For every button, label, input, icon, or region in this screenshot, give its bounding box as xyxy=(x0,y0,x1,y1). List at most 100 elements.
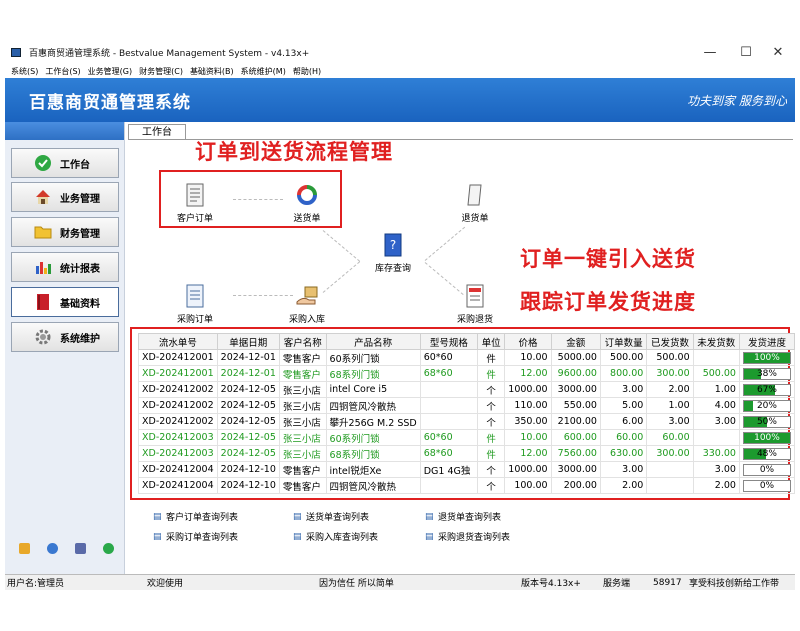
menu-maintenance[interactable]: 系统维护(M) xyxy=(241,66,286,77)
flow-purchase-return[interactable]: 采购退货 xyxy=(445,283,505,325)
cell-progress: 0% xyxy=(738,477,796,494)
col-header-unit[interactable]: 单位 xyxy=(476,333,506,350)
flow-purchase-order[interactable]: 采购订单 xyxy=(165,283,225,325)
clock-icon[interactable] xyxy=(47,543,58,554)
progress-text: 48% xyxy=(756,448,777,459)
flow-inventory-query-label: 库存查询 xyxy=(374,264,411,274)
cell-customer: 零售客户 xyxy=(278,461,327,478)
cell-customer: 零售客户 xyxy=(278,349,327,366)
refresh-icon[interactable] xyxy=(103,543,114,554)
banner: 百惠商贸通管理系统 功夫到家 服务到心 xyxy=(5,78,795,122)
link-return-list[interactable]: ▤ 退货单查询列表 xyxy=(425,510,502,524)
status-bar: 用户名:管理员 欢迎使用 因为信任 所以简单 版本号4.13x+ 服务端 589… xyxy=(5,574,795,590)
sidebar-item-maintenance[interactable]: 系统维护 xyxy=(11,322,119,352)
note-icon[interactable] xyxy=(19,543,30,554)
sidebar-item-business[interactable]: 业务管理 xyxy=(11,182,119,212)
menu-help[interactable]: 帮助(H) xyxy=(293,66,321,77)
table-row[interactable]: XD-202412002 2024-12-05 张三小店 攀升256G M.2 SSD… xyxy=(138,413,796,430)
sidebar-item-workbench[interactable]: 工作台 xyxy=(11,148,119,178)
table-row[interactable]: XD-202412002 2024-12-05 张三小店 intel Core i5 个… xyxy=(138,381,796,398)
cell-unit: 个 xyxy=(476,461,506,478)
col-header-product[interactable]: 产品名称 xyxy=(325,333,421,350)
cell-qty: 60.00 xyxy=(599,429,648,446)
link-delivery-list[interactable]: ▤ 送货单查询列表 xyxy=(293,510,369,524)
link-customer-order-list[interactable]: ▤ 客户订单查询列表 xyxy=(153,510,238,524)
cell-progress: 67% xyxy=(738,381,796,398)
flow-purchase-return-label: 采购退货 xyxy=(456,315,493,325)
col-header-amount[interactable]: 金额 xyxy=(550,333,601,350)
col-header-shipped[interactable]: 已发货数 xyxy=(646,333,694,350)
menu-workbench[interactable]: 工作台(S) xyxy=(45,66,80,77)
col-header-serial[interactable]: 流水单号 xyxy=(138,333,218,350)
cell-price: 12.00 xyxy=(504,365,552,382)
col-header-model[interactable]: 型号规格 xyxy=(419,333,478,350)
cell-date: 2024-12-05 xyxy=(216,445,280,462)
checkmark-icon xyxy=(34,154,52,172)
link-label: 退货单查询列表 xyxy=(438,513,502,523)
cell-amount: 3000.00 xyxy=(550,461,601,478)
cell-model xyxy=(419,413,478,430)
menu-business[interactable]: 业务管理(G) xyxy=(88,66,132,77)
col-header-progress[interactable]: 发货进度 xyxy=(738,333,796,350)
table-row[interactable]: XD-202412001 2024-12-01 零售客户 68系列门锁 68*60 件 12… xyxy=(138,365,796,382)
cell-unit: 个 xyxy=(476,477,506,494)
search-list-icon: ▤ xyxy=(425,531,434,542)
link-purchase-in-list[interactable]: ▤ 采购入库查询列表 xyxy=(293,530,379,544)
cell-date: 2024-12-05 xyxy=(216,381,280,398)
calculator-icon[interactable] xyxy=(75,543,86,554)
table-row[interactable]: XD-202412003 2024-12-05 张三小店 60系列门锁 60*60 件 10… xyxy=(138,429,796,446)
cell-customer: 张三小店 xyxy=(278,413,327,430)
flow-inventory-query[interactable]: ? 库存查询 xyxy=(363,232,423,274)
flow-purchase-in-label: 采购入库 xyxy=(288,315,325,325)
flow-return-order[interactable]: 退货单 xyxy=(445,182,505,224)
cell-product: 68系列门锁 xyxy=(325,365,421,382)
link-purchase-return-list[interactable]: ▤ 采购退货查询列表 xyxy=(425,530,510,544)
table-row[interactable]: XD-202412004 2024-12-10 零售客户 intel锐炬Xe DG1 4… xyxy=(138,461,796,478)
table-row[interactable]: XD-202412004 2024-12-10 零售客户 四铜管风冷散热 个 100.00… xyxy=(138,477,796,494)
house-icon xyxy=(34,188,52,206)
col-header-date[interactable]: 单据日期 xyxy=(216,333,280,350)
close-button[interactable]: ✕ xyxy=(761,40,795,64)
col-header-qty[interactable]: 订单数量 xyxy=(599,333,648,350)
menu-system[interactable]: 系统(S) xyxy=(11,66,38,77)
cell-unit: 件 xyxy=(476,365,506,382)
progress-text: 20% xyxy=(756,400,777,411)
cell-customer: 零售客户 xyxy=(278,477,327,494)
progress-bar: 20% xyxy=(742,399,791,412)
flow-delivery-order[interactable]: 送货单 xyxy=(277,182,337,224)
link-purchase-order-list[interactable]: ▤ 采购订单查询列表 xyxy=(153,530,238,544)
table-row[interactable]: XD-202412002 2024-12-05 张三小店 四铜管风冷散热 个 110.00… xyxy=(138,397,796,414)
progress-text: 38% xyxy=(756,368,777,379)
menu-basic-data[interactable]: 基础资料(B) xyxy=(190,66,234,77)
sidebar-item-basic-data[interactable]: 基础资料 xyxy=(11,287,119,317)
col-header-customer[interactable]: 客户名称 xyxy=(278,333,327,350)
table-row[interactable]: XD-202412001 2024-12-01 零售客户 60系列门锁 60*60 件 10… xyxy=(138,349,796,366)
flow-customer-order[interactable]: 客户订单 xyxy=(165,182,225,224)
sidebar-item-finance[interactable]: 财务管理 xyxy=(11,217,119,247)
col-header-price[interactable]: 价格 xyxy=(504,333,552,350)
cell-qty: 5.00 xyxy=(599,397,648,414)
cell-unshipped xyxy=(692,349,740,366)
status-port: 58917 xyxy=(653,577,682,588)
progress-bar: 38% xyxy=(742,367,791,380)
maximize-button[interactable]: ☐ xyxy=(729,40,763,64)
cell-amount: 7560.00 xyxy=(550,445,601,462)
banner-slogan: 功夫到家 服务到心 xyxy=(687,94,787,108)
cell-id: XD-202412001 xyxy=(138,349,218,366)
col-header-unshipped[interactable]: 未发货数 xyxy=(692,333,740,350)
menu-finance[interactable]: 财务管理(C) xyxy=(139,66,183,77)
hand-receive-icon xyxy=(295,283,319,309)
link-label: 采购入库查询列表 xyxy=(306,533,379,543)
minimize-button[interactable]: — xyxy=(693,40,727,64)
cell-model: 68*60 xyxy=(419,365,478,382)
svg-text:?: ? xyxy=(390,238,396,252)
table-row[interactable]: XD-202412003 2024-12-05 张三小店 68系列门锁 68*60 件 12… xyxy=(138,445,796,462)
progress-text: 67% xyxy=(756,384,777,395)
cell-product: 60系列门锁 xyxy=(325,349,421,366)
tab-workbench[interactable]: 工作台 xyxy=(128,124,186,140)
annotation-flow-title: 订单到送货流程管理 xyxy=(195,140,393,164)
flow-purchase-in[interactable]: 采购入库 xyxy=(277,283,337,325)
sidebar-item-reports[interactable]: 统计报表 xyxy=(11,252,119,282)
cell-date: 2024-12-10 xyxy=(216,477,280,494)
cell-product: 60系列门锁 xyxy=(325,429,421,446)
